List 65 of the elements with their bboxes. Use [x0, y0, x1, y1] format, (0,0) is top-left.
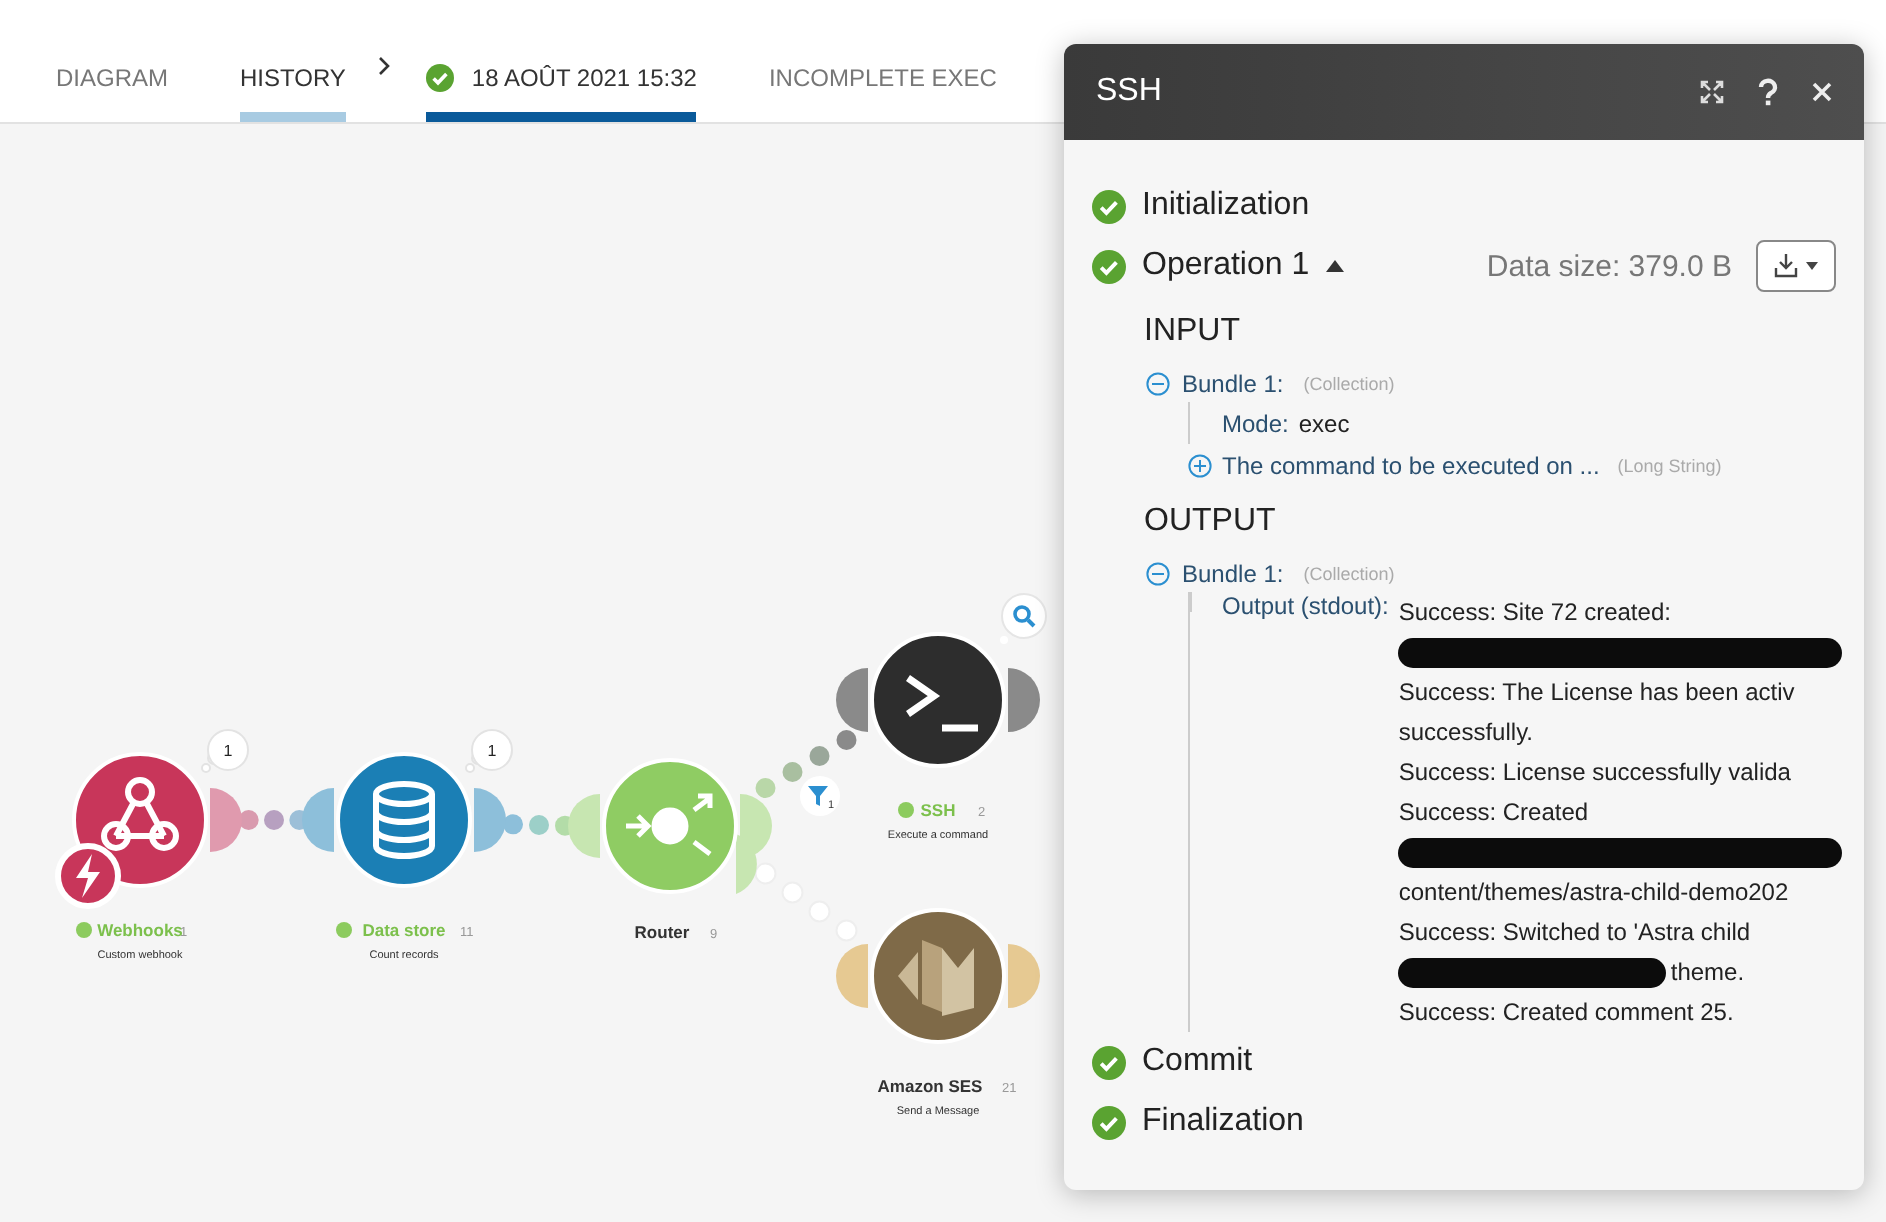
chevron-right-icon	[377, 55, 390, 75]
search-bubble-icon[interactable]	[1000, 593, 1047, 644]
step-label[interactable]: Commit	[1142, 1044, 1253, 1080]
tab[interactable]: HISTORY	[240, 64, 346, 122]
expand-icon[interactable]	[1700, 80, 1724, 104]
collapse-icon[interactable]	[1146, 372, 1170, 396]
module-name: Data store	[362, 920, 446, 940]
section-title: OUTPUT	[1144, 504, 1278, 540]
step-label[interactable]: Initialization	[1142, 188, 1310, 224]
field-value: exec	[1298, 409, 1350, 437]
output-line: Success: Switched to 'Astra child	[1398, 916, 1753, 950]
output-line: Success: The License has been activ	[1398, 676, 1797, 710]
field-label: Mode:	[1222, 409, 1289, 437]
output-line: theme.	[1670, 956, 1745, 990]
connector-handle[interactable]	[302, 788, 334, 852]
type-label: (Collection)	[1303, 564, 1395, 584]
field-label: Output (stdout):	[1222, 592, 1389, 620]
module-name: SSH	[920, 800, 956, 820]
tab[interactable]: DIAGRAM	[56, 64, 169, 122]
download-button[interactable]	[1756, 240, 1836, 292]
connector-handle[interactable]	[836, 668, 868, 732]
connector-dots	[754, 862, 858, 942]
section-title: INPUT	[1144, 314, 1242, 350]
module-circle[interactable]	[870, 632, 1006, 768]
count-bubble[interactable]: 1	[201, 729, 249, 773]
output-line: Success: License successfully valida	[1398, 756, 1793, 790]
caret-icon[interactable]	[1325, 260, 1344, 272]
output-line: successfully.	[1398, 716, 1536, 750]
bundle-label[interactable]: Bundle 1:	[1182, 370, 1284, 398]
connector-handle[interactable]	[1008, 668, 1040, 732]
count-bubble[interactable]: 1	[465, 729, 513, 773]
output-line: Success: Site 72 created:	[1398, 596, 1673, 630]
download-icon	[1772, 252, 1820, 280]
step-label[interactable]: Finalization	[1142, 1104, 1304, 1140]
terminal-icon	[906, 675, 978, 732]
collapse-icon[interactable]	[1146, 562, 1170, 586]
connector-dots	[755, 730, 857, 798]
connector-handle[interactable]	[1008, 944, 1040, 1008]
expand-circle-icon[interactable]	[1188, 453, 1212, 477]
tab[interactable]: INCOMPLETE EXEC	[768, 64, 997, 122]
connector-handle[interactable]	[568, 794, 600, 858]
type-label: (Collection)	[1303, 374, 1395, 394]
output-line: content/themes/astra-child-demo202	[1398, 876, 1791, 910]
webhook-icon	[101, 777, 179, 851]
bundle-label[interactable]: Bundle 1:	[1182, 560, 1284, 588]
data-size-label: Data size: 379.0 B	[1486, 249, 1732, 283]
connector-handle[interactable]	[736, 834, 757, 894]
module-name: Amazon SES	[877, 1076, 983, 1096]
tab[interactable]: 18 AOÛT 2021 15:32	[425, 64, 697, 122]
close-icon[interactable]	[1812, 82, 1832, 102]
output-line: Success: Created	[1398, 796, 1591, 830]
panel-title: SSH	[1096, 74, 1164, 110]
field-label[interactable]: The command to be executed on ...	[1222, 451, 1600, 479]
module-name: Webhooks	[97, 920, 183, 940]
ses-logo-icon	[898, 940, 974, 1016]
type-label: (Long String)	[1617, 455, 1722, 475]
connector-handle[interactable]	[210, 788, 242, 852]
router-icon	[623, 793, 713, 857]
step-label[interactable]: Operation 1	[1142, 248, 1310, 284]
output-line: Success: Created comment 25.	[1398, 996, 1736, 1030]
connector-handle[interactable]	[836, 944, 868, 1008]
module-name: Router	[634, 922, 690, 942]
help-icon[interactable]	[1758, 78, 1778, 106]
connector-handle[interactable]	[474, 788, 506, 852]
database-icon	[373, 781, 435, 859]
